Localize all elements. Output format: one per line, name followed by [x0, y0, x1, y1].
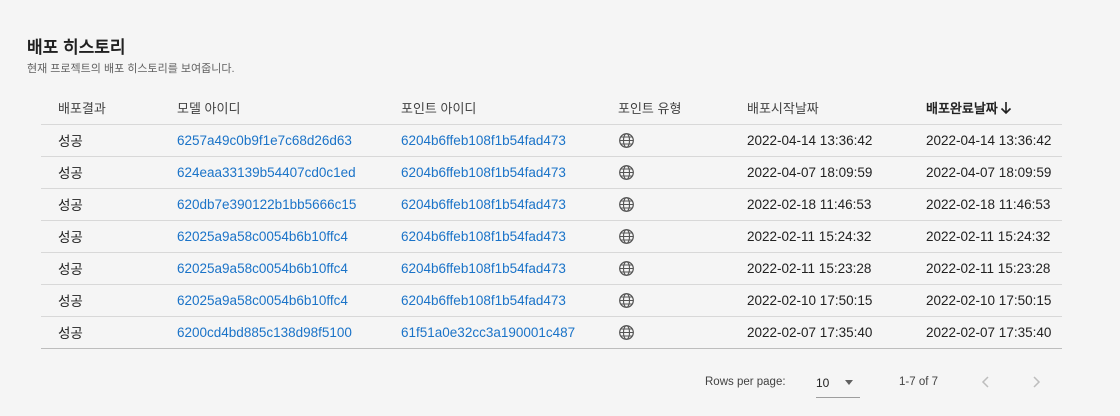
point-id-link[interactable]: 6204b6ffeb108f1b54fad473 — [401, 261, 566, 276]
cell-point-type — [618, 316, 747, 349]
cell-model-id: 6257a49c0b9f1e7c68d26d63 — [177, 124, 401, 157]
cell-end-date: 2022-02-10 17:50:15 — [926, 284, 1062, 317]
model-id-link[interactable]: 624eaa33139b54407cd0c1ed — [177, 165, 356, 180]
point-id-link[interactable]: 61f51a0e32cc3a190001c487 — [401, 325, 575, 340]
globe-icon — [618, 132, 635, 148]
table-row: 성공 62025a9a58c0054b6b10ffc4 6204b6ffeb108f… — [41, 252, 1062, 285]
arrow-down-icon[interactable] — [1000, 101, 1012, 115]
cell-point-id: 6204b6ffeb108f1b54fad473 — [401, 188, 618, 221]
cell-point-id: 6204b6ffeb108f1b54fad473 — [401, 124, 618, 157]
cell-result: 성공 — [41, 188, 177, 221]
model-id-link[interactable]: 62025a9a58c0054b6b10ffc4 — [177, 261, 348, 276]
cell-end-date: 2022-04-14 13:36:42 — [926, 124, 1062, 157]
column-header-end-date[interactable]: 배포완료날짜 — [926, 91, 1062, 125]
globe-icon — [618, 164, 635, 180]
chevron-right-icon[interactable] — [1027, 373, 1045, 391]
column-header-point-id[interactable]: 포인트 아이디 — [401, 91, 618, 125]
rows-per-page-value: 10 — [816, 376, 830, 390]
cell-point-id: 6204b6ffeb108f1b54fad473 — [401, 156, 618, 189]
cell-end-date: 2022-02-07 17:35:40 — [926, 316, 1062, 349]
model-id-link[interactable]: 620db7e390122b1bb5666c15 — [177, 197, 356, 212]
cell-result: 성공 — [41, 316, 177, 349]
table-row: 성공 6257a49c0b9f1e7c68d26d63 6204b6ffeb108f… — [41, 124, 1062, 157]
page-subtitle: 현재 프로젝트의 배포 히스토리를 보여줍니다. — [27, 63, 235, 75]
cell-result: 성공 — [41, 156, 177, 189]
cell-end-date: 2022-02-11 15:23:28 — [926, 252, 1062, 285]
table-header-row: 배포결과 모델 아이디 포인트 아이디 포인트 유형 배포시작날짜 배포완료날짜 — [41, 91, 1062, 125]
deployment-history-table: 배포결과 모델 아이디 포인트 아이디 포인트 유형 배포시작날짜 배포완료날짜… — [41, 91, 1062, 349]
point-id-link[interactable]: 6204b6ffeb108f1b54fad473 — [401, 165, 566, 180]
model-id-link[interactable]: 62025a9a58c0054b6b10ffc4 — [177, 229, 348, 244]
page-title: 배포 히스토리 — [27, 38, 126, 57]
column-header-start-date[interactable]: 배포시작날짜 — [747, 91, 926, 125]
cell-result: 성공 — [41, 284, 177, 317]
cell-start-date: 2022-02-18 11:46:53 — [747, 188, 926, 221]
cell-model-id: 62025a9a58c0054b6b10ffc4 — [177, 284, 401, 317]
cell-start-date: 2022-02-11 15:24:32 — [747, 220, 926, 253]
column-header-result[interactable]: 배포결과 — [41, 91, 177, 125]
cell-model-id: 62025a9a58c0054b6b10ffc4 — [177, 252, 401, 285]
rows-per-page-select[interactable]: 10 — [816, 370, 860, 398]
point-id-link[interactable]: 6204b6ffeb108f1b54fad473 — [401, 133, 566, 148]
globe-icon — [618, 324, 635, 340]
cell-start-date: 2022-04-07 18:09:59 — [747, 156, 926, 189]
cell-end-date: 2022-04-07 18:09:59 — [926, 156, 1062, 189]
table-row: 성공 62025a9a58c0054b6b10ffc4 6204b6ffeb108f… — [41, 284, 1062, 317]
cell-point-id: 6204b6ffeb108f1b54fad473 — [401, 284, 618, 317]
point-id-link[interactable]: 6204b6ffeb108f1b54fad473 — [401, 229, 566, 244]
cell-model-id: 62025a9a58c0054b6b10ffc4 — [177, 220, 401, 253]
caret-down-icon[interactable] — [845, 380, 853, 385]
point-id-link[interactable]: 6204b6ffeb108f1b54fad473 — [401, 293, 566, 308]
cell-model-id: 624eaa33139b54407cd0c1ed — [177, 156, 401, 189]
column-header-end-date-label: 배포완료날짜 — [926, 100, 998, 116]
cell-end-date: 2022-02-18 11:46:53 — [926, 188, 1062, 221]
column-header-point-type[interactable]: 포인트 유형 — [618, 91, 747, 125]
rows-per-page-label: Rows per page: — [705, 376, 786, 388]
cell-start-date: 2022-02-10 17:50:15 — [747, 284, 926, 317]
cell-start-date: 2022-02-11 15:23:28 — [747, 252, 926, 285]
model-id-link[interactable]: 6257a49c0b9f1e7c68d26d63 — [177, 133, 352, 148]
cell-result: 성공 — [41, 220, 177, 253]
cell-point-type — [618, 188, 747, 221]
point-id-link[interactable]: 6204b6ffeb108f1b54fad473 — [401, 197, 566, 212]
cell-point-id: 61f51a0e32cc3a190001c487 — [401, 316, 618, 349]
cell-result: 성공 — [41, 252, 177, 285]
cell-end-date: 2022-02-11 15:24:32 — [926, 220, 1062, 253]
cell-model-id: 620db7e390122b1bb5666c15 — [177, 188, 401, 221]
table-row: 성공 624eaa33139b54407cd0c1ed 6204b6ffeb108f… — [41, 156, 1062, 189]
cell-point-id: 6204b6ffeb108f1b54fad473 — [401, 220, 618, 253]
cell-point-type — [618, 284, 747, 317]
model-id-link[interactable]: 6200cd4bd885c138d98f5100 — [177, 325, 352, 340]
table-row: 성공 6200cd4bd885c138d98f5100 61f51a0e32cc3a… — [41, 316, 1062, 349]
cell-point-id: 6204b6ffeb108f1b54fad473 — [401, 252, 618, 285]
globe-icon — [618, 260, 635, 276]
cell-point-type — [618, 124, 747, 157]
column-header-model-id[interactable]: 모델 아이디 — [177, 91, 401, 125]
globe-icon — [618, 228, 635, 244]
model-id-link[interactable]: 62025a9a58c0054b6b10ffc4 — [177, 293, 348, 308]
cell-start-date: 2022-02-07 17:35:40 — [747, 316, 926, 349]
globe-icon — [618, 196, 635, 212]
table-row: 성공 62025a9a58c0054b6b10ffc4 6204b6ffeb108f… — [41, 220, 1062, 253]
cell-point-type — [618, 156, 747, 189]
chevron-left-icon[interactable] — [977, 373, 995, 391]
table-row: 성공 620db7e390122b1bb5666c15 6204b6ffeb108f… — [41, 188, 1062, 221]
cell-result: 성공 — [41, 124, 177, 157]
cell-start-date: 2022-04-14 13:36:42 — [747, 124, 926, 157]
pagination-range: 1-7 of 7 — [899, 376, 938, 388]
globe-icon — [618, 292, 635, 308]
cell-point-type — [618, 252, 747, 285]
cell-point-type — [618, 220, 747, 253]
cell-model-id: 6200cd4bd885c138d98f5100 — [177, 316, 401, 349]
